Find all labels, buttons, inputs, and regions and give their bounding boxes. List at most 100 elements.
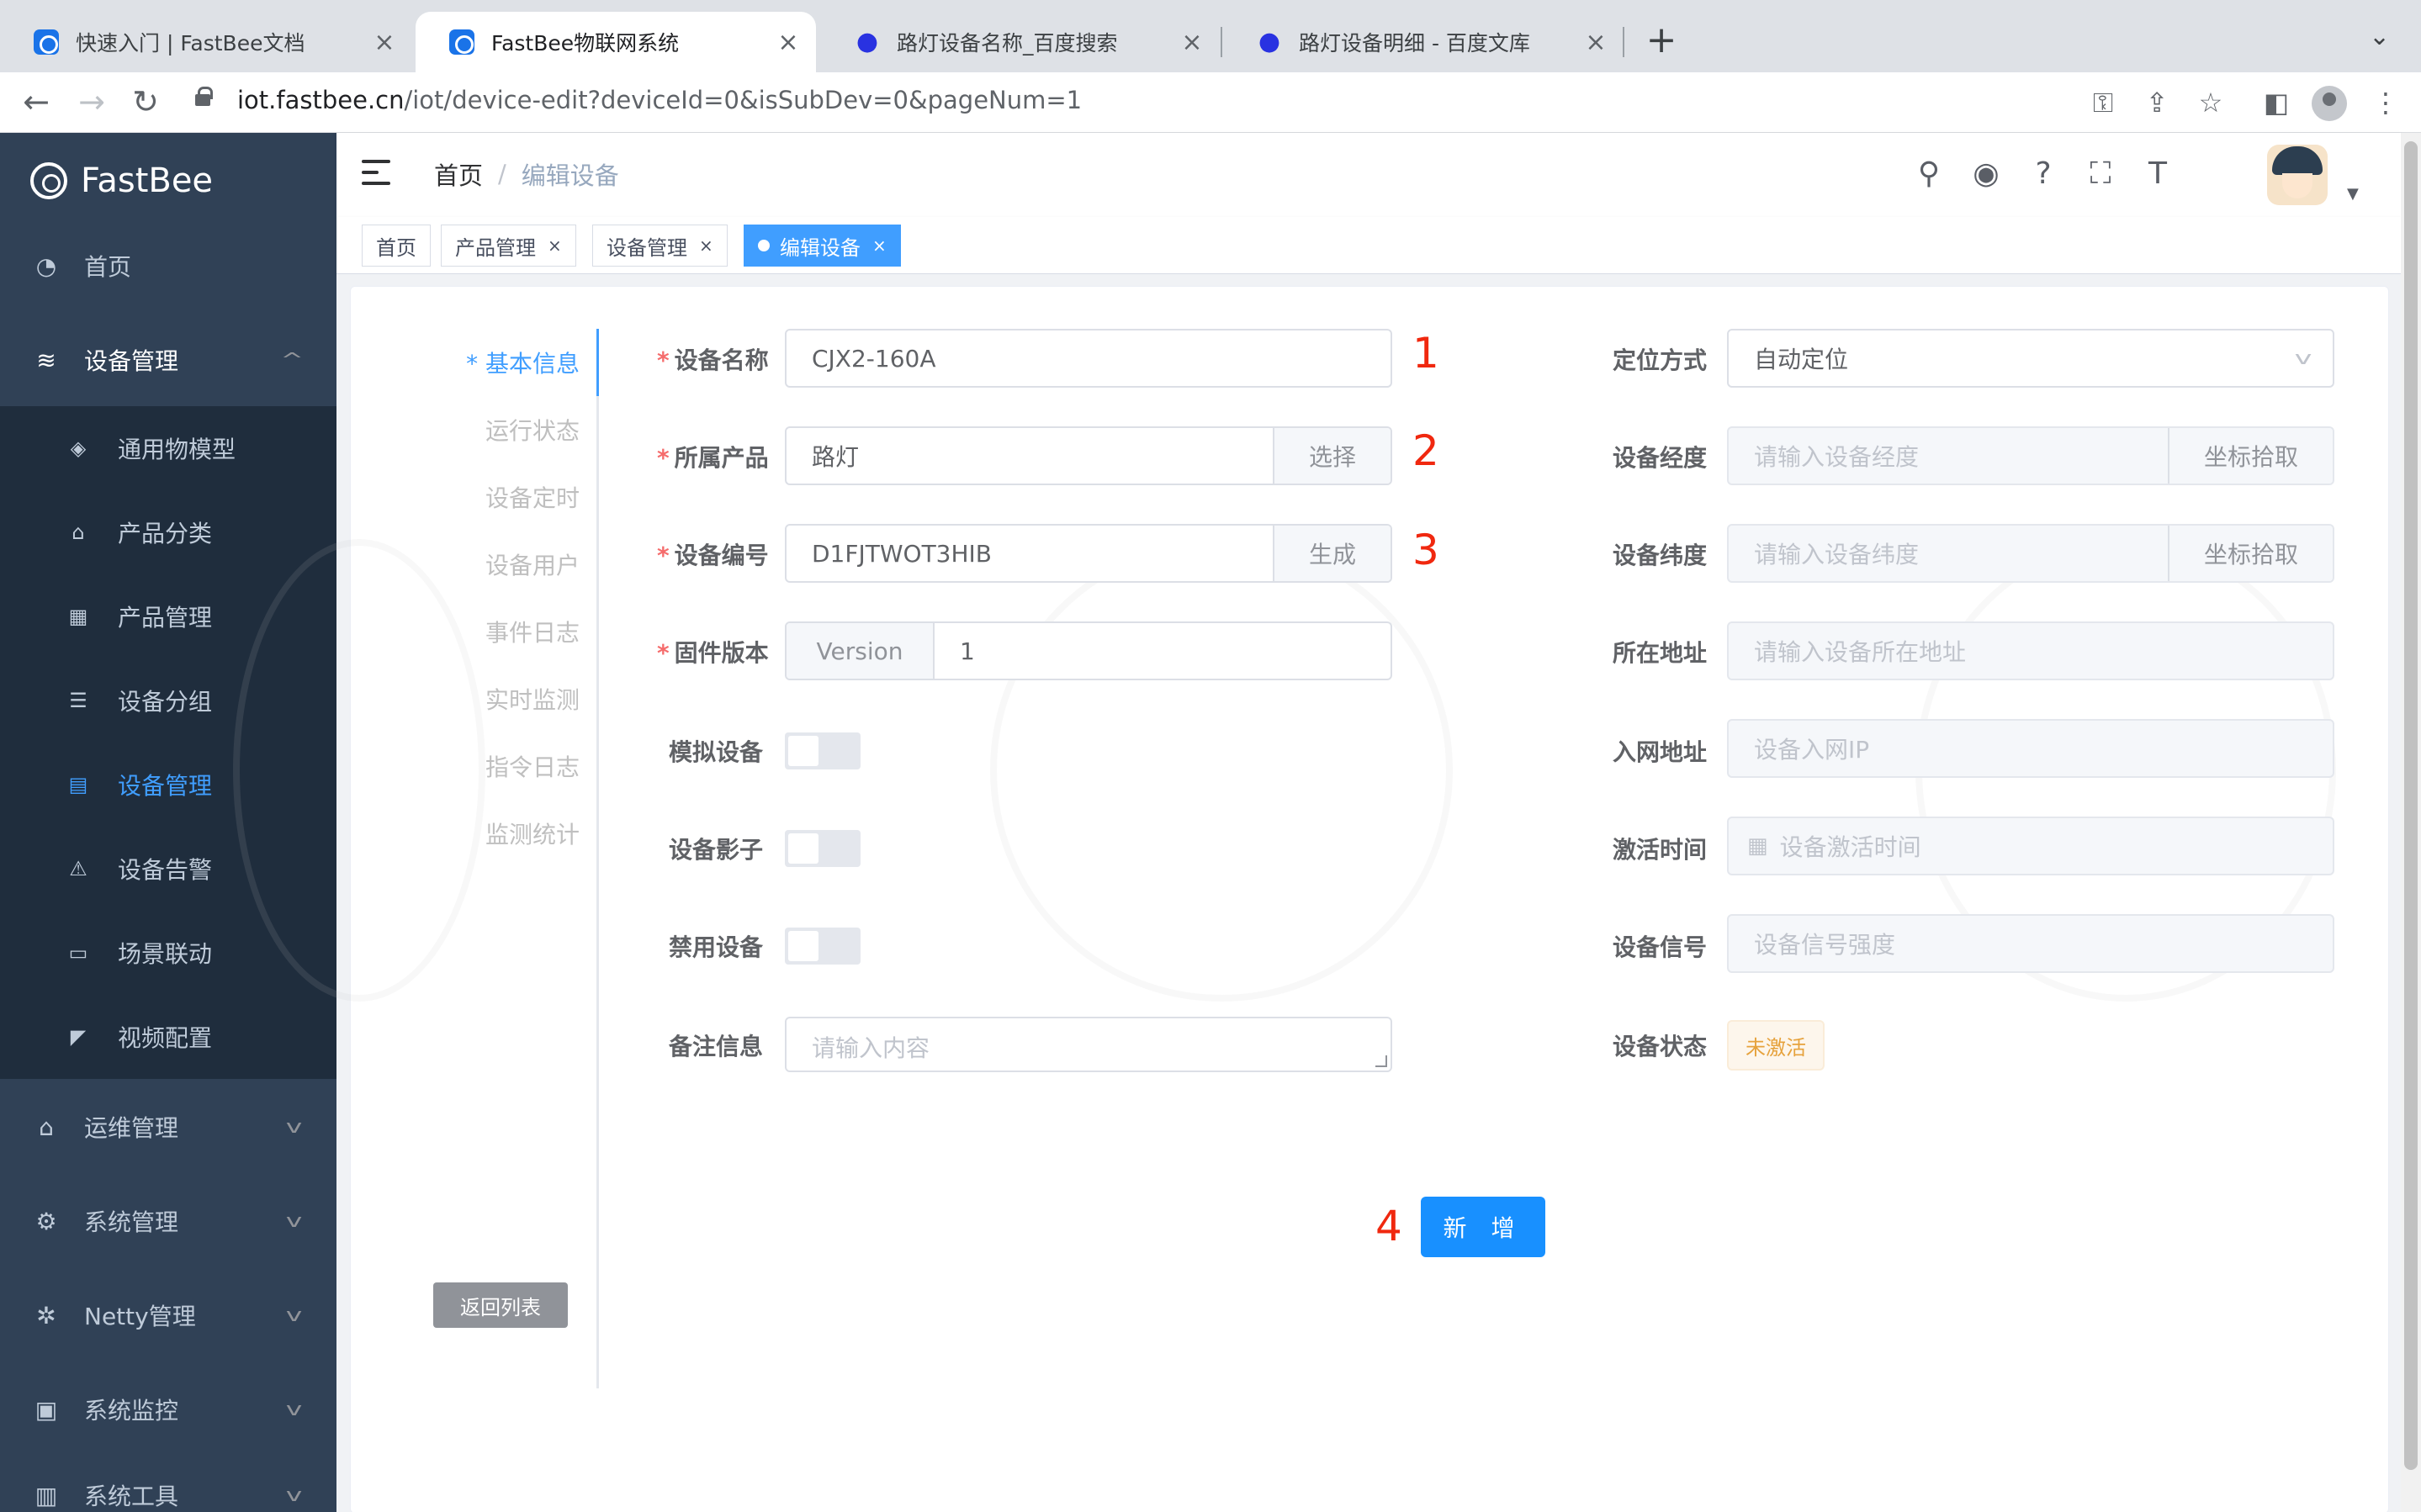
detail-tabs: * 基本信息 运行状态 设备定时 设备用户 事件日志 实时监测 指令日志 监测统… <box>351 287 613 1388</box>
sidebar-item-label: 通用物模型 <box>118 436 236 463</box>
network-icon: ✲ <box>36 1301 56 1330</box>
tree-icon: ⌂ <box>39 1113 54 1141</box>
browser-tab[interactable]: 快速入门 | FastBee文档 × <box>0 12 412 72</box>
browser-tab-active[interactable]: FastBee物联网系统 × <box>416 12 816 72</box>
tag-home[interactable]: 首页 <box>362 225 431 267</box>
bookmark-star-icon[interactable]: ☆ <box>2192 84 2229 121</box>
signal-input[interactable]: 设备信号强度 <box>1727 914 2334 973</box>
firmware-input[interactable]: Version 1 <box>785 621 1392 680</box>
annotation-number: 4 <box>1375 1202 1402 1250</box>
tab-close-icon[interactable]: × <box>774 28 803 57</box>
tab-device-timer[interactable]: 设备定时 <box>485 480 580 514</box>
pick-longitude-button[interactable]: 坐标拾取 <box>2168 428 2333 484</box>
chevron-down-icon: v <box>285 1398 303 1420</box>
list-icon: ☰ <box>69 689 87 712</box>
page-scrollbar[interactable] <box>2401 133 2421 1512</box>
sidebar-item-netty-management[interactable]: ✲ Netty管理 v <box>0 1273 336 1357</box>
side-panel-icon[interactable]: ◧ <box>2258 84 2295 121</box>
tag-close-icon[interactable]: × <box>872 235 887 256</box>
tab-monitor-stats[interactable]: 监测统计 <box>485 817 580 850</box>
reload-icon[interactable]: ↻ <box>124 81 167 123</box>
camera-icon: ◤ <box>70 1025 87 1049</box>
sidebar-subitem-product-category[interactable]: ⌂ 产品分类 <box>0 490 336 574</box>
fastbee-favicon-icon <box>449 29 474 55</box>
product-value: 路灯 <box>812 443 860 471</box>
network-input[interactable]: 设备入网IP <box>1727 719 2334 778</box>
profile-avatar-icon[interactable] <box>2312 86 2347 121</box>
activate-input[interactable]: ▦ 设备激活时间 <box>1727 817 2334 875</box>
tab-close-icon[interactable]: × <box>1178 28 1206 57</box>
fullscreen-icon[interactable]: ⛶ <box>2081 155 2120 193</box>
locate-select[interactable]: 自动定位 v <box>1727 329 2334 388</box>
tab-search-chevron-icon[interactable]: ⌄ <box>2369 22 2390 51</box>
shadow-switch[interactable] <box>785 830 861 867</box>
tab-realtime-monitor[interactable]: 实时监测 <box>485 682 580 716</box>
app-logo[interactable]: FastBee <box>30 150 213 212</box>
baidu-favicon-icon: ● <box>856 27 879 56</box>
longitude-input[interactable]: 请输入设备经度 坐标拾取 <box>1727 426 2334 485</box>
sidebar-item-system-tools[interactable]: ▥ 系统工具 v <box>0 1453 336 1512</box>
signal-placeholder: 设备信号强度 <box>1754 931 1896 959</box>
address-input[interactable]: 请输入设备所在地址 <box>1727 621 2334 680</box>
help-icon[interactable]: ? <box>2024 155 2063 193</box>
sidebar-item-device-management[interactable]: ≋ 设备管理 ^ <box>0 318 336 402</box>
tag-device-management[interactable]: 设备管理 × <box>592 225 728 267</box>
github-icon[interactable]: ◉ <box>1967 155 2005 193</box>
tab-close-icon[interactable]: × <box>1581 28 1610 57</box>
product-input[interactable]: 路灯 选择 <box>785 426 1392 485</box>
tag-label: 设备管理 <box>607 235 687 260</box>
tab-close-icon[interactable]: × <box>370 28 399 57</box>
sidebar-item-system-management[interactable]: ⚙ 系统管理 v <box>0 1179 336 1263</box>
sidebar-item-ops-management[interactable]: ⌂ 运维管理 v <box>0 1085 336 1169</box>
add-button[interactable]: 新 增 <box>1421 1197 1545 1257</box>
address-label: 所在地址 <box>1613 639 1708 667</box>
font-size-icon[interactable]: T <box>2138 155 2177 193</box>
tab-device-users[interactable]: 设备用户 <box>485 547 580 581</box>
tab-basic-info[interactable]: * 基本信息 <box>466 346 580 379</box>
forward-arrow-icon[interactable]: → <box>71 81 113 123</box>
tag-close-icon[interactable]: × <box>699 235 713 256</box>
chrome-menu-icon[interactable]: ⋮ <box>2367 84 2404 121</box>
annotation-number: 3 <box>1412 526 1439 574</box>
tag-product-management[interactable]: 产品管理 × <box>441 225 576 267</box>
back-arrow-icon[interactable]: ← <box>15 81 57 123</box>
sidebar-subitem-thing-model[interactable]: ◈ 通用物模型 <box>0 406 336 490</box>
search-icon[interactable]: ⚲ <box>1910 155 1948 193</box>
select-product-button[interactable]: 选择 <box>1273 428 1391 484</box>
hamburger-icon[interactable] <box>362 160 392 185</box>
tab-active-indicator <box>596 329 599 396</box>
tag-close-icon[interactable]: × <box>548 235 562 256</box>
simulate-switch[interactable] <box>785 732 861 769</box>
browser-tab[interactable]: ● 路灯设备名称_百度搜索 × <box>821 12 1220 72</box>
lock-icon[interactable] <box>195 87 213 106</box>
calendar-icon: ▦ <box>1747 833 1768 859</box>
sidebar-subitem-video-config[interactable]: ◤ 视频配置 <box>0 995 336 1079</box>
resize-handle-icon[interactable] <box>1375 1055 1387 1067</box>
tab-runtime-status[interactable]: 运行状态 <box>485 413 580 447</box>
tab-event-log[interactable]: 事件日志 <box>485 615 580 648</box>
url-field[interactable]: iot.fastbee.cn/iot/device-edit?deviceId=… <box>237 86 1082 114</box>
key-icon[interactable]: ⚿ <box>2085 84 2122 121</box>
disable-switch[interactable] <box>785 928 861 965</box>
remark-textarea[interactable]: 请输入内容 <box>785 1017 1392 1072</box>
latitude-input[interactable]: 请输入设备纬度 坐标拾取 <box>1727 524 2334 583</box>
back-to-list-button[interactable]: 返回列表 <box>433 1282 568 1328</box>
share-icon[interactable]: ⇪ <box>2138 84 2175 121</box>
tab-command-log[interactable]: 指令日志 <box>485 749 580 783</box>
scrollbar-thumb[interactable] <box>2404 141 2418 1470</box>
serial-input[interactable]: D1FJTWOT3HIB 生成 <box>785 524 1392 583</box>
tag-edit-device[interactable]: 编辑设备 × <box>744 225 901 267</box>
user-avatar[interactable] <box>2267 145 2328 205</box>
device-name-input[interactable]: CJX2-160A <box>785 329 1392 388</box>
browser-tab[interactable]: ● 路灯设备明细 - 百度文库 × <box>1223 12 1624 72</box>
sidebar-item-system-monitor[interactable]: ▣ 系统监控 v <box>0 1367 336 1451</box>
new-tab-button[interactable]: + <box>1640 19 1682 61</box>
caret-down-icon[interactable]: ▼ <box>2347 185 2359 203</box>
generate-serial-button[interactable]: 生成 <box>1273 526 1391 581</box>
sidebar-item-home[interactable]: ◔ 首页 <box>0 224 336 308</box>
pick-latitude-button[interactable]: 坐标拾取 <box>2168 526 2333 581</box>
sidebar-item-label: 产品分类 <box>118 520 213 547</box>
latitude-placeholder: 请输入设备纬度 <box>1754 541 1920 568</box>
address-bar-row: ← → ↻ iot.fastbee.cn/iot/device-edit?dev… <box>0 72 2421 133</box>
breadcrumb-home[interactable]: 首页 <box>434 156 483 192</box>
